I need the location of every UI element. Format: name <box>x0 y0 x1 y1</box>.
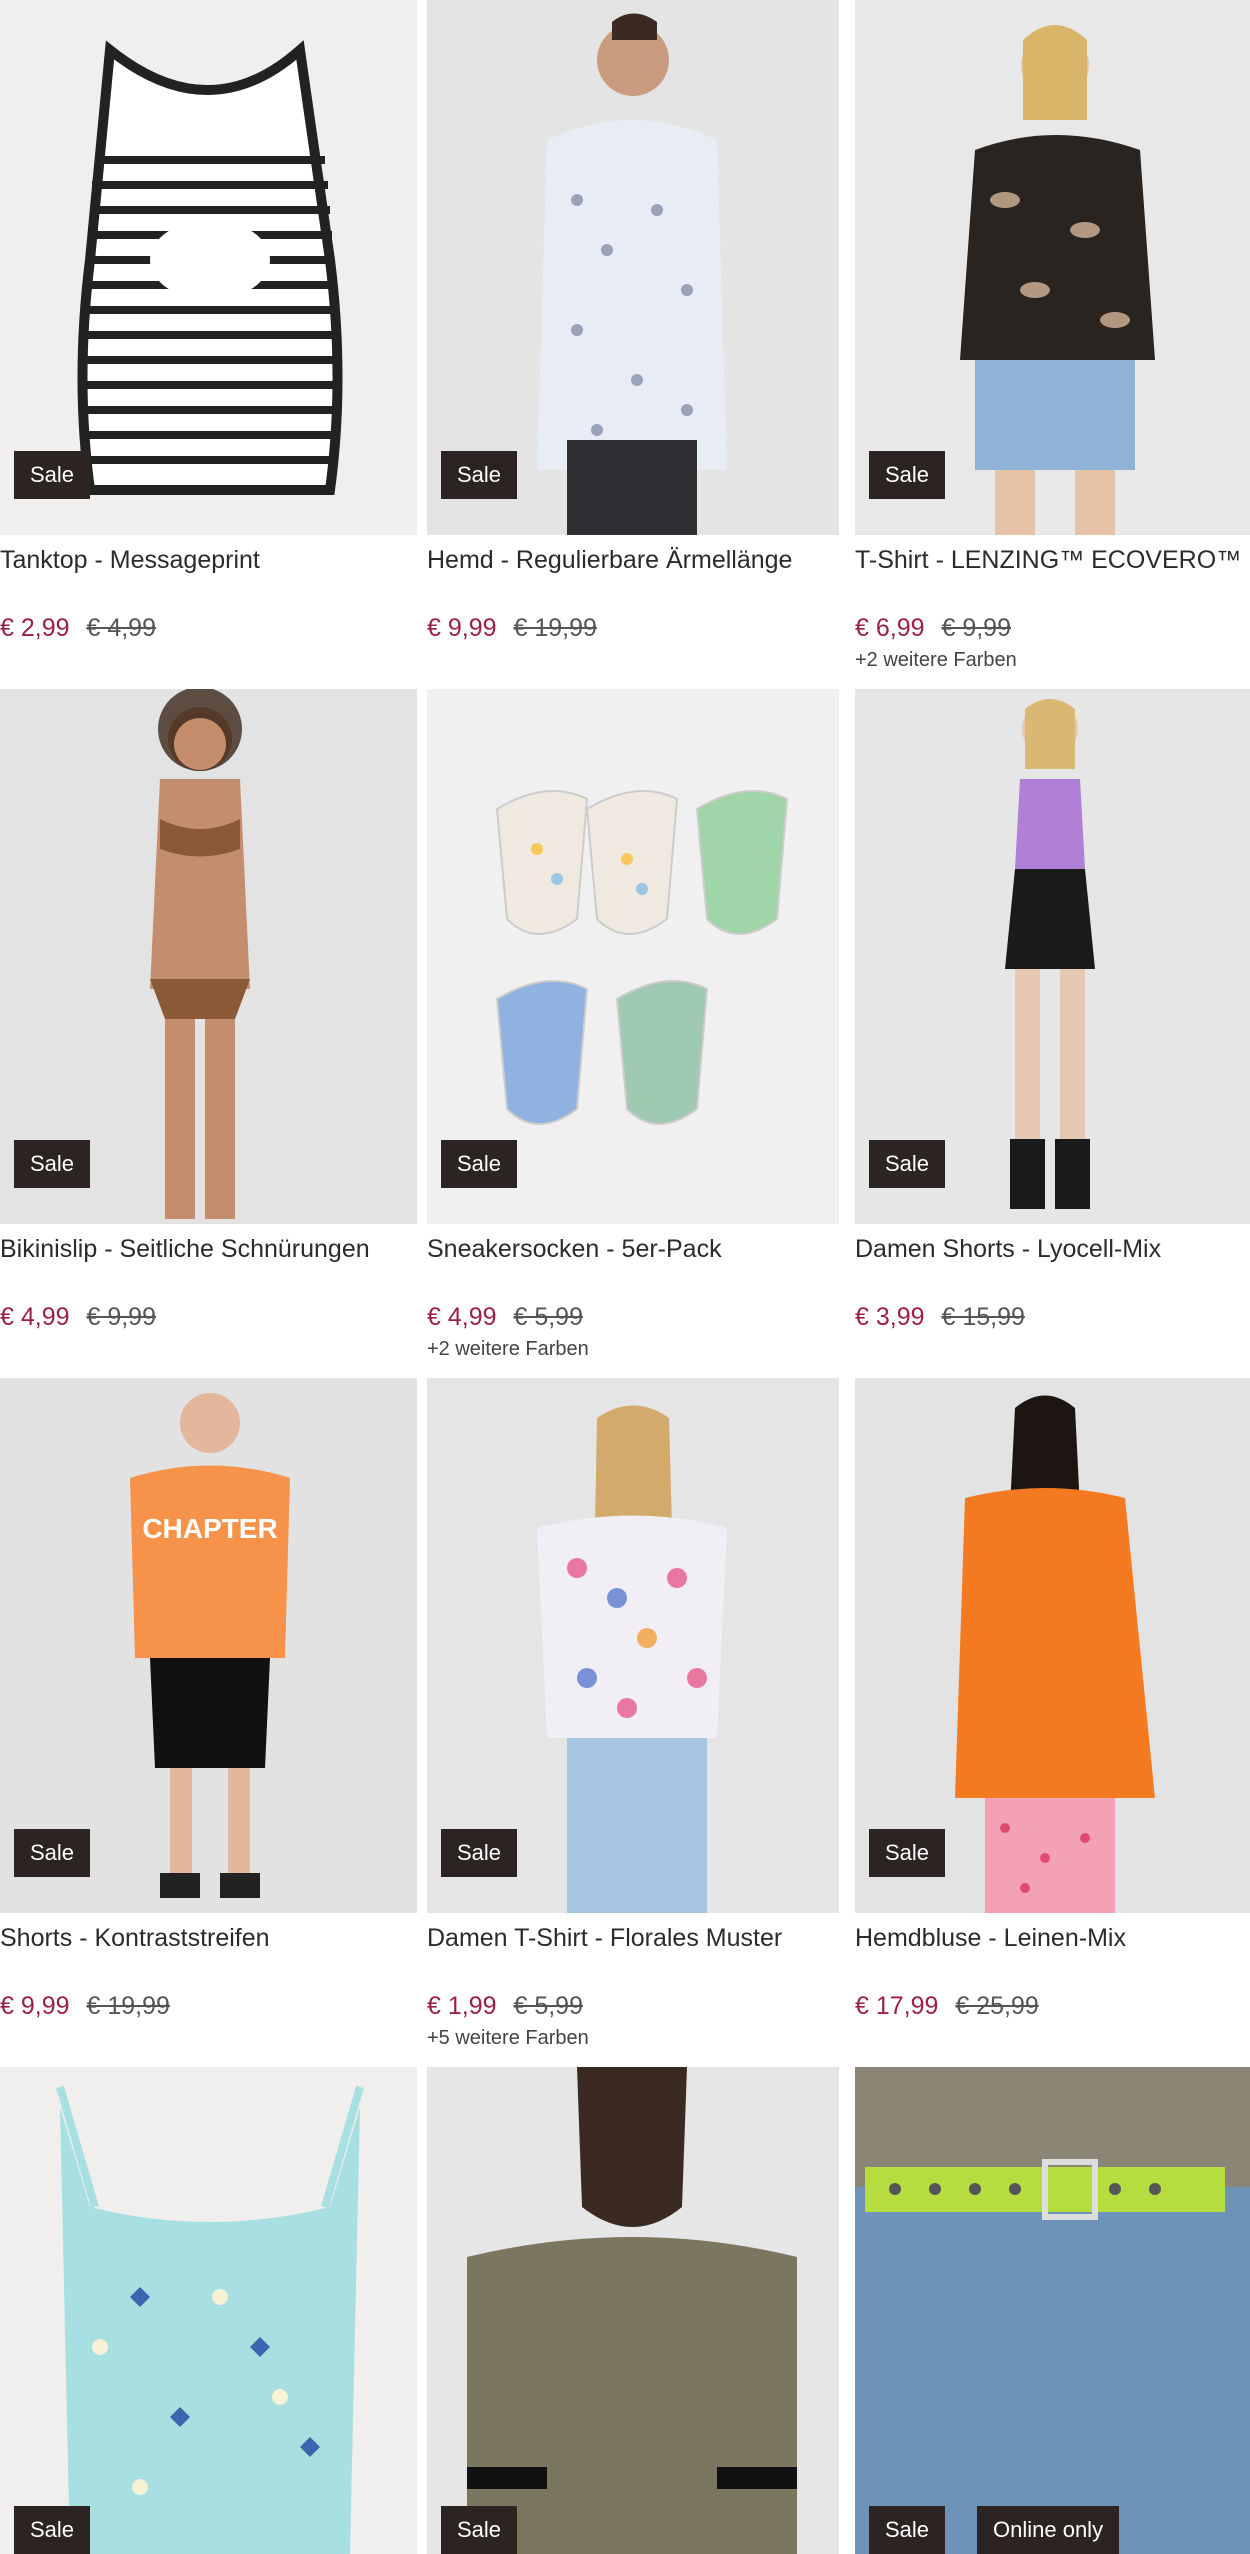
product-image[interactable]: Sale <box>855 0 1250 535</box>
product-title[interactable]: Sneakersocken - 5er-Pack <box>427 1234 839 1264</box>
product-prices: € 1,99 € 5,99 <box>427 1991 839 2021</box>
product-title[interactable]: Damen T-Shirt - Florales Muster <box>427 1923 839 1953</box>
product-prices: € 17,99 € 25,99 <box>855 1991 1250 2021</box>
product-grid: Sale Tanktop - Messageprint € 2,99 € 4,9… <box>0 0 1250 2554</box>
original-price: € 5,99 <box>513 1992 583 2020</box>
sale-price: € 4,99 <box>427 1303 497 1331</box>
sale-badge: Sale <box>441 1829 518 1877</box>
product-image[interactable]: Sale Online only <box>855 2067 1250 2554</box>
product-prices: € 9,99 € 19,99 <box>0 1991 417 2021</box>
product-card[interactable]: Sale Hemd - Regulierbare Ärmellänge € 9,… <box>417 0 839 689</box>
sale-badge: Sale <box>14 1829 91 1877</box>
product-image[interactable]: Sale <box>427 0 839 535</box>
online-only-badge: Online only <box>977 2506 1120 2554</box>
sale-badge: Sale <box>441 1140 518 1188</box>
product-image[interactable]: Sale <box>855 689 1250 1224</box>
product-image[interactable]: Sale <box>0 0 417 535</box>
product-card[interactable]: Sale Online only <box>839 2067 1250 2554</box>
sale-badge: Sale <box>14 451 91 499</box>
sale-badge: Sale <box>869 451 946 499</box>
sale-badge: Sale <box>441 451 518 499</box>
product-image[interactable]: Sale <box>427 1378 839 1913</box>
product-title[interactable]: T-Shirt - LENZING™ ECOVERO™ <box>855 545 1250 575</box>
product-card[interactable]: Sale Sneakersocken - 5er-Pack € 4,99 € 5… <box>417 689 839 1378</box>
original-price: € 4,99 <box>86 614 156 642</box>
product-card[interactable]: Sale Tanktop - Messageprint € 2,99 € 4,9… <box>0 0 417 689</box>
product-image[interactable]: Sale <box>427 689 839 1224</box>
sale-price: € 2,99 <box>0 614 70 642</box>
product-prices: € 4,99 € 5,99 <box>427 1302 839 1332</box>
belt-image <box>855 2067 1250 2554</box>
sale-price: € 6,99 <box>855 614 925 642</box>
sale-price: € 1,99 <box>427 1992 497 2020</box>
sale-badge: Sale <box>14 1140 91 1188</box>
product-card[interactable]: Sale <box>417 2067 839 2554</box>
product-title[interactable]: Hemdbluse - Leinen-Mix <box>855 1923 1250 1953</box>
original-price: € 9,99 <box>941 614 1011 642</box>
original-price: € 5,99 <box>513 1303 583 1331</box>
product-prices: € 9,99 € 19,99 <box>427 613 839 643</box>
sale-badge: Sale <box>441 2506 518 2554</box>
original-price: € 25,99 <box>955 1992 1039 2020</box>
product-prices: € 2,99 € 4,99 <box>0 613 417 643</box>
product-card[interactable]: CHAPTER Sale Shorts - Kontraststreifen €… <box>0 1378 417 2067</box>
more-colors-link[interactable]: +5 weitere Farben <box>427 2027 839 2050</box>
product-title[interactable]: Shorts - Kontraststreifen <box>0 1923 417 1953</box>
product-image[interactable]: Sale <box>0 2067 417 2554</box>
sale-badge: Sale <box>14 2506 91 2554</box>
product-image[interactable]: Sale <box>427 2067 839 2554</box>
svg-text:CHAPTER: CHAPTER <box>142 1513 277 1544</box>
product-image[interactable]: Sale <box>0 689 417 1224</box>
sale-badge: Sale <box>869 1140 946 1188</box>
product-prices: € 6,99 € 9,99 <box>855 613 1250 643</box>
product-card[interactable]: Sale Hemdbluse - Leinen-Mix € 17,99 € 25… <box>839 1378 1250 2067</box>
product-title[interactable]: Hemd - Regulierbare Ärmellänge <box>427 545 839 575</box>
sale-price: € 9,99 <box>0 1992 70 2020</box>
product-title[interactable]: Damen Shorts - Lyocell-Mix <box>855 1234 1250 1264</box>
product-title[interactable]: Bikinislip - Seitliche Schnürungen <box>0 1234 417 1264</box>
tshirt-man-image <box>467 2067 797 2554</box>
sale-price: € 3,99 <box>855 1303 925 1331</box>
original-price: € 19,99 <box>513 614 597 642</box>
sale-badge: Sale <box>869 1829 946 1877</box>
more-colors-link[interactable]: +2 weitere Farben <box>855 649 1250 672</box>
product-prices: € 4,99 € 9,99 <box>0 1302 417 1332</box>
product-card[interactable]: Sale Damen Shorts - Lyocell-Mix € 3,99 €… <box>839 689 1250 1378</box>
product-card[interactable]: Sale T-Shirt - LENZING™ ECOVERO™ € 6,99 … <box>839 0 1250 689</box>
sale-price: € 9,99 <box>427 614 497 642</box>
product-card[interactable]: Sale <box>0 2067 417 2554</box>
product-title[interactable]: Tanktop - Messageprint <box>0 545 417 575</box>
original-price: € 19,99 <box>86 1992 170 2020</box>
original-price: € 15,99 <box>941 1303 1025 1331</box>
sale-price: € 4,99 <box>0 1303 70 1331</box>
product-image[interactable]: CHAPTER Sale <box>0 1378 417 1913</box>
product-card[interactable]: Sale Bikinislip - Seitliche Schnürungen … <box>0 689 417 1378</box>
sale-badge: Sale <box>869 2506 946 2554</box>
product-card[interactable]: Sale Damen T-Shirt - Florales Muster € 1… <box>417 1378 839 2067</box>
product-prices: € 3,99 € 15,99 <box>855 1302 1250 1332</box>
sale-price: € 17,99 <box>855 1992 939 2020</box>
product-image[interactable]: Sale <box>855 1378 1250 1913</box>
more-colors-link[interactable]: +2 weitere Farben <box>427 1338 839 1361</box>
original-price: € 9,99 <box>86 1303 156 1331</box>
top-image <box>56 2085 364 2554</box>
